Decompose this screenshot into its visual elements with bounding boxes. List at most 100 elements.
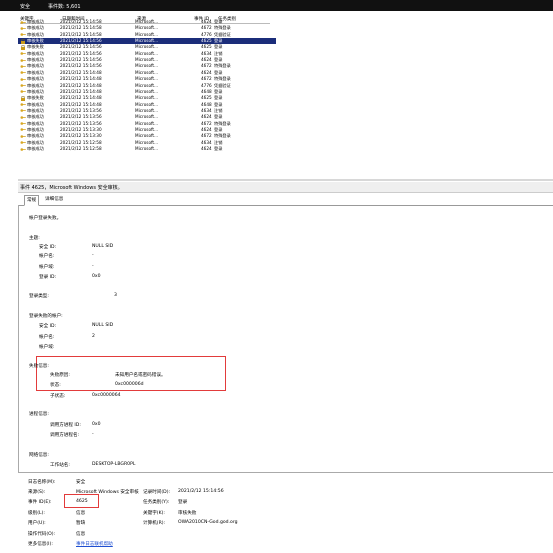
event-row[interactable]: 审核成功 2021/2/12 15:14:48 Microsoft... 4648 登录 xyxy=(18,89,276,95)
detail-header: 事件 4625，Microsoft Windows 安全审核。 xyxy=(18,182,553,193)
event-row[interactable]: 审核成功 2021/2/12 15:12:58 Microsoft... 4634 注销 xyxy=(18,140,276,146)
keywords-label: 关键字(K): xyxy=(143,511,165,516)
event-row[interactable]: 审核成功 2021/2/12 15:13:30 Microsoft... 4624 登录 xyxy=(18,127,276,133)
key-icon xyxy=(20,141,26,144)
event-source: Microsoft... xyxy=(135,88,159,94)
splitter[interactable] xyxy=(18,179,553,181)
status-label: 状态: xyxy=(50,383,61,388)
event-row[interactable]: 审核成功 2021/2/12 15:14:56 Microsoft... 4634 注销 xyxy=(18,51,276,57)
lock-icon xyxy=(21,38,25,44)
event-task: 登录 xyxy=(214,95,223,101)
event-task: 特殊登录 xyxy=(214,63,231,69)
event-id: 4672 xyxy=(201,76,212,82)
event-task: 特殊登录 xyxy=(214,25,231,31)
tab-details[interactable]: 详细信息 xyxy=(43,195,65,204)
event-datetime: 2021/2/12 15:13:56 xyxy=(60,120,102,126)
event-row[interactable]: 审核成功 2021/2/12 15:13:30 Microsoft... 4672 特殊… xyxy=(18,133,276,139)
event-task: 注销 xyxy=(214,139,223,145)
opcode-label: 操作代码(O): xyxy=(28,532,56,537)
event-keyword: 审核成功 xyxy=(27,69,44,75)
event-id: 4648 xyxy=(201,88,212,94)
event-datetime: 2021/2/12 15:13:56 xyxy=(60,107,102,113)
f-account-name-label: 帐户名: xyxy=(39,335,55,340)
event-row[interactable]: 审核成功 2021/2/12 15:14:48 Microsoft... 4648 登录 xyxy=(18,102,276,108)
event-id: 4634 xyxy=(201,50,212,56)
event-row[interactable]: 审核失败 2021/2/12 15:14:48 Microsoft... 4625 登录 xyxy=(18,95,276,101)
key-icon xyxy=(20,33,26,36)
f-security-id-label: 安全 ID: xyxy=(39,324,57,329)
level-value: 信息 xyxy=(76,511,86,516)
event-datetime: 2021/2/12 15:14:48 xyxy=(60,82,102,88)
event-task: 凭据验证 xyxy=(214,82,231,88)
key-icon xyxy=(20,122,26,125)
moreinfo-label: 更多信息(I): xyxy=(28,542,53,547)
computer-label: 计算机(R): xyxy=(143,521,166,526)
moreinfo-link[interactable]: 事件日志联机帮助 xyxy=(76,541,113,547)
account-name-value: - xyxy=(92,253,94,258)
event-keyword: 审核成功 xyxy=(27,101,44,107)
caller-name-label: 调用方进程名: xyxy=(50,433,80,438)
event-row[interactable]: 审核成功 2021/2/12 15:14:48 Microsoft... 4672 特殊… xyxy=(18,76,276,82)
event-task: 特殊登录 xyxy=(214,120,231,126)
event-row[interactable]: 审核成功 2021/2/12 15:14:48 Microsoft... 4776 凭据… xyxy=(18,83,276,89)
event-id: 4625 xyxy=(201,95,212,101)
event-task: 注销 xyxy=(214,50,223,56)
event-description-panel: 帐户登录失败。 主题: 安全 ID: NULL SID 帐户名: - 帐户域: … xyxy=(18,205,553,473)
user-label: 用户(U): xyxy=(28,521,46,526)
failed-message: 帐户登录失败。 xyxy=(29,216,62,221)
event-id: 4672 xyxy=(201,133,212,139)
logged-label: 记录时间(D): xyxy=(143,490,171,495)
event-row[interactable]: 审核成功 2021/2/12 15:14:58 Microsoft... 4672 特殊… xyxy=(18,25,276,31)
substatus-value: 0xc0000064 xyxy=(92,393,121,398)
event-task: 凭据验证 xyxy=(214,31,231,37)
opcode-value: 信息 xyxy=(76,532,86,537)
event-count: 事件数: 5,601 xyxy=(48,4,81,10)
workstation-value: DESKTOP-LBGR0PL xyxy=(92,462,136,467)
key-icon xyxy=(20,58,26,62)
logname-label: 日志名称(M): xyxy=(28,480,56,485)
event-source: Microsoft... xyxy=(135,31,159,37)
event-datetime: 2021/2/12 15:14:56 xyxy=(60,63,102,69)
key-icon xyxy=(20,134,26,138)
account-domain-value: - xyxy=(92,264,94,269)
event-source: Microsoft... xyxy=(135,57,159,63)
event-source: Microsoft... xyxy=(135,139,159,145)
log-header-bar: 安全 事件数: 5,601 xyxy=(0,0,553,11)
log-title: 安全 xyxy=(20,4,31,10)
key-icon xyxy=(20,65,26,68)
event-source: Microsoft... xyxy=(135,25,159,31)
event-task: 登录 xyxy=(214,69,223,75)
logon-id-label: 登录 ID: xyxy=(39,275,57,280)
event-source: Microsoft... xyxy=(135,107,159,113)
failure-info-heading: 失败信息: xyxy=(29,364,49,369)
taskcat-value: 登录 xyxy=(178,500,188,505)
event-id: 4672 xyxy=(201,120,212,126)
event-datetime: 2021/2/12 15:14:58 xyxy=(60,31,102,37)
event-row[interactable]: 审核成功 2021/2/12 15:14:58 Microsoft... 4624 登录 xyxy=(18,19,276,25)
event-datetime: 2021/2/12 15:14:48 xyxy=(60,101,102,107)
event-list[interactable]: 审核成功 2021/2/12 15:14:58 Microsoft... 4624 登录… xyxy=(18,19,278,178)
event-source: Microsoft... xyxy=(135,44,159,50)
event-task: 特殊登录 xyxy=(214,133,231,139)
event-task: 登录 xyxy=(214,146,223,151)
key-icon xyxy=(20,71,26,75)
event-row[interactable]: 审核成功 2021/2/12 15:14:48 Microsoft... 4624 登录 xyxy=(18,70,276,76)
event-id: 4648 xyxy=(201,101,212,107)
event-row[interactable]: 审核成功 2021/2/12 15:13:56 Microsoft... 4672 特殊… xyxy=(18,121,276,127)
event-id: 4624 xyxy=(201,57,212,63)
event-row[interactable]: 审核失败 2021/2/12 15:14:56 Microsoft... 4625 登录 xyxy=(18,38,276,45)
key-icon xyxy=(20,90,26,94)
status-value: 0xc000006d xyxy=(115,382,144,387)
event-row[interactable]: 审核成功 2021/2/12 15:14:56 Microsoft... 4672 特殊… xyxy=(18,63,276,69)
event-row[interactable]: 审核成功 2021/2/12 15:13:56 Microsoft... 4634 注销 xyxy=(18,108,276,114)
event-keyword: 审核成功 xyxy=(27,88,44,94)
event-row[interactable]: 审核成功 2021/2/12 15:12:58 Microsoft... 4624 登录 xyxy=(18,146,276,152)
event-row[interactable]: 审核失败 2021/2/12 15:14:56 Microsoft... 4625 登录 xyxy=(18,44,276,50)
event-row[interactable]: 审核成功 2021/2/12 15:14:58 Microsoft... 4776 凭据… xyxy=(18,32,276,38)
event-source: Microsoft... xyxy=(135,38,159,44)
event-id: 4624 xyxy=(201,126,212,132)
event-row[interactable]: 审核成功 2021/2/12 15:13:56 Microsoft... 4624 登录 xyxy=(18,114,276,120)
event-row[interactable]: 审核成功 2021/2/12 15:14:56 Microsoft... 4624 登录 xyxy=(18,57,276,63)
event-datetime: 2021/2/12 15:14:56 xyxy=(60,57,102,63)
taskcat-label: 任务类别(Y): xyxy=(143,500,170,505)
